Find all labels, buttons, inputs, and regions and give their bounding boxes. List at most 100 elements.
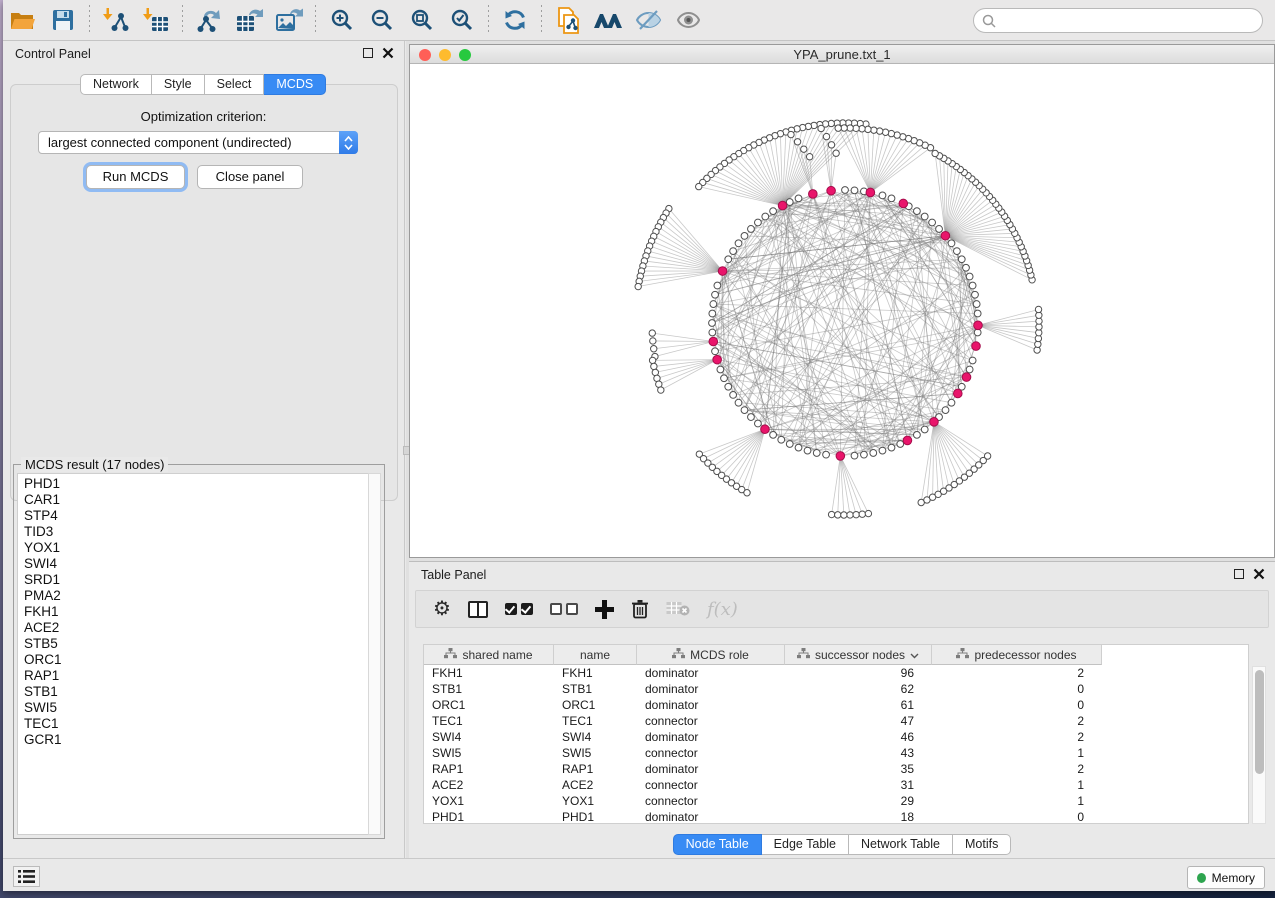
graph-node[interactable]: [932, 150, 938, 156]
graph-node[interactable]: [770, 431, 777, 438]
memory-button[interactable]: Memory: [1187, 866, 1265, 889]
cell-MCDS-role[interactable]: connector: [637, 713, 785, 729]
graph-node[interactable]: [806, 154, 812, 160]
export-table-icon[interactable]: [232, 4, 266, 36]
close-window-icon[interactable]: [419, 49, 431, 61]
table-row[interactable]: SWI4SWI4dominator462: [424, 729, 1248, 745]
table-row[interactable]: TEC1TEC1connector472: [424, 713, 1248, 729]
cell-successor-nodes[interactable]: 62: [785, 681, 932, 697]
graph-node[interactable]: [879, 192, 886, 199]
table-row[interactable]: ACE2ACE2connector311: [424, 777, 1248, 793]
mcds-result-item[interactable]: CAR1: [24, 492, 368, 508]
graph-node[interactable]: [709, 310, 716, 317]
tab-network-table[interactable]: Network Table: [849, 834, 953, 855]
cell-shared-name[interactable]: STB1: [424, 681, 554, 697]
graph-node[interactable]: [973, 301, 980, 308]
tab-edge-table[interactable]: Edge Table: [762, 834, 849, 855]
graph-node[interactable]: [897, 441, 904, 448]
cell-successor-nodes[interactable]: 47: [785, 713, 932, 729]
tab-node-table[interactable]: Node Table: [673, 834, 762, 855]
task-history-button[interactable]: [13, 866, 40, 887]
graph-node[interactable]: [658, 387, 664, 393]
graph-node[interactable]: [936, 226, 943, 233]
graph-node[interactable]: [696, 183, 702, 189]
close-panel-button[interactable]: Close panel: [197, 165, 303, 189]
table-scrollbar-thumb[interactable]: [1255, 670, 1264, 774]
graph-node[interactable]: [847, 125, 853, 131]
mcds-result-item[interactable]: STP4: [24, 508, 368, 524]
mcds-result-item[interactable]: TID3: [24, 524, 368, 540]
cell-name[interactable]: ORC1: [554, 697, 637, 713]
graph-node[interactable]: [794, 139, 800, 145]
graph-node[interactable]: [649, 357, 655, 363]
zoom-out-icon[interactable]: [365, 4, 399, 36]
open-folder-icon[interactable]: [6, 4, 40, 36]
graph-hub-node[interactable]: [778, 201, 787, 210]
network-canvas[interactable]: [410, 64, 1274, 557]
graph-node[interactable]: [730, 392, 737, 399]
cell-MCDS-role[interactable]: connector: [637, 777, 785, 793]
table-settings-gear-icon[interactable]: ⚙: [433, 599, 451, 619]
graph-hub-node[interactable]: [761, 425, 770, 434]
graph-node[interactable]: [823, 133, 829, 139]
cell-shared-name[interactable]: SWI5: [424, 745, 554, 761]
cell-successor-nodes[interactable]: 18: [785, 809, 932, 825]
graph-node[interactable]: [828, 142, 834, 148]
graph-node[interactable]: [841, 125, 847, 131]
graph-node[interactable]: [712, 291, 719, 298]
cell-name[interactable]: FKH1: [554, 665, 637, 681]
graph-node[interactable]: [788, 131, 794, 137]
cell-successor-nodes[interactable]: 61: [785, 697, 932, 713]
graph-node[interactable]: [851, 187, 858, 194]
column-header-name[interactable]: name: [554, 645, 637, 665]
mcds-result-item[interactable]: ORC1: [24, 652, 368, 668]
graph-node[interactable]: [1035, 306, 1041, 312]
graph-hub-node[interactable]: [974, 321, 983, 330]
tab-mcds[interactable]: MCDS: [264, 74, 326, 95]
cell-shared-name[interactable]: YOX1: [424, 793, 554, 809]
hide-selected-icon[interactable]: [631, 4, 665, 36]
add-column-icon[interactable]: [595, 600, 614, 619]
column-header-successor-nodes[interactable]: successor nodes: [785, 645, 932, 665]
cell-MCDS-role[interactable]: dominator: [637, 729, 785, 745]
cell-name[interactable]: SWI5: [554, 745, 637, 761]
cell-shared-name[interactable]: ORC1: [424, 697, 554, 713]
graph-node[interactable]: [963, 264, 970, 271]
cell-MCDS-role[interactable]: dominator: [637, 697, 785, 713]
cell-predecessor-nodes[interactable]: 0: [932, 681, 1102, 697]
tab-motifs[interactable]: Motifs: [953, 834, 1011, 855]
cell-successor-nodes[interactable]: 29: [785, 793, 932, 809]
cell-name[interactable]: PHD1: [554, 809, 637, 825]
graph-node[interactable]: [921, 426, 928, 433]
graph-node[interactable]: [721, 375, 728, 382]
graph-node[interactable]: [859, 126, 865, 132]
run-mcds-button[interactable]: Run MCDS: [86, 165, 185, 189]
select-all-icon[interactable]: [505, 603, 533, 615]
graph-node[interactable]: [972, 291, 979, 298]
graph-node[interactable]: [748, 414, 755, 421]
cell-shared-name[interactable]: TEC1: [424, 713, 554, 729]
graph-hub-node[interactable]: [930, 418, 939, 427]
cell-predecessor-nodes[interactable]: 1: [932, 777, 1102, 793]
cell-MCDS-role[interactable]: connector: [637, 745, 785, 761]
table-row[interactable]: ORC1ORC1dominator610: [424, 697, 1248, 713]
cell-MCDS-role[interactable]: connector: [637, 793, 785, 809]
search-network-icon[interactable]: [591, 4, 625, 36]
graph-node[interactable]: [853, 125, 859, 131]
cell-successor-nodes[interactable]: 31: [785, 777, 932, 793]
zoom-selected-icon[interactable]: [445, 4, 479, 36]
cell-name[interactable]: YOX1: [554, 793, 637, 809]
graph-node[interactable]: [755, 420, 762, 427]
cell-successor-nodes[interactable]: 35: [785, 761, 932, 777]
delete-column-icon[interactable]: [631, 599, 649, 619]
mcds-result-list[interactable]: PHD1CAR1STP4TID3YOX1SWI4SRD1PMA2FKH1ACE2…: [17, 473, 368, 835]
table-row[interactable]: YOX1YOX1connector291: [424, 793, 1248, 809]
graph-node[interactable]: [635, 283, 641, 289]
graph-node[interactable]: [778, 436, 785, 443]
cell-successor-nodes[interactable]: 43: [785, 745, 932, 761]
float-panel-icon[interactable]: [363, 48, 373, 58]
graph-node[interactable]: [921, 213, 928, 220]
graph-node[interactable]: [651, 346, 657, 352]
cell-successor-nodes[interactable]: 46: [785, 729, 932, 745]
graph-node[interactable]: [735, 240, 742, 247]
